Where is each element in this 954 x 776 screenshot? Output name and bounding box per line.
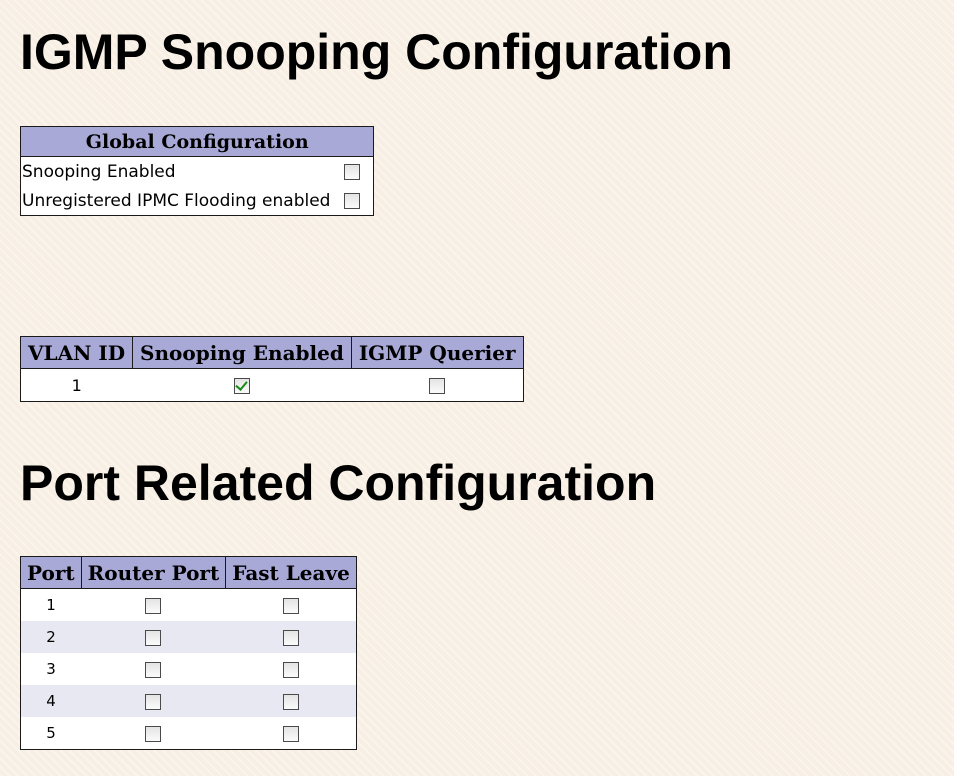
port-number: 3 (46, 660, 56, 678)
port-number: 1 (46, 596, 56, 614)
router-port-header: Router Port (80, 556, 227, 589)
fast-leave-checkbox[interactable] (282, 693, 299, 710)
vlan-id-cell: 1 (71, 375, 82, 395)
ipmc-flooding-checkbox[interactable] (344, 192, 361, 209)
global-row-snooping: Snooping Enabled (21, 157, 374, 187)
port-number: 5 (46, 724, 56, 742)
ipmc-flooding-label: Unregistered IPMC Flooding enabled (22, 190, 331, 211)
vlan-querier-checkbox[interactable] (428, 378, 445, 394)
port-number: 4 (20, 685, 82, 717)
router-port-checkbox[interactable] (145, 629, 162, 646)
page-title: IGMP Snooping Configuration (20, 24, 733, 80)
fast-leave-checkbox[interactable] (282, 597, 299, 614)
vlan-snooping-checkbox[interactable] (233, 378, 250, 394)
fast-leave-header: Fast Leave (225, 556, 357, 589)
fast-leave-checkbox[interactable] (282, 725, 299, 742)
vlan-table: VLAN ID Snooping Enabled IGMP Querier 1 (19, 336, 524, 402)
table-row: 2 (20, 621, 357, 653)
global-row-ipmc: Unregistered IPMC Flooding enabled (21, 186, 374, 216)
router-port-checkbox[interactable] (145, 597, 162, 614)
fast-leave-checkbox[interactable] (282, 629, 299, 646)
table-row: 1 (21, 589, 357, 622)
port-header: Port (20, 556, 82, 589)
table-row: 3 (21, 653, 357, 685)
router-port-checkbox[interactable] (145, 693, 162, 710)
port-table: Port Router Port Fast Leave 1 2 3 4 5 (20, 556, 357, 750)
snooping-enabled-label: Snooping Enabled (22, 161, 176, 182)
table-row: 1 (21, 369, 524, 402)
vlan-snooping-header: Snooping Enabled (132, 336, 352, 369)
table-row: 5 (21, 717, 357, 750)
vlan-querier-header: IGMP Querier (350, 336, 524, 369)
port-number: 2 (20, 621, 82, 653)
router-port-checkbox[interactable] (145, 725, 162, 742)
router-port-checkbox[interactable] (145, 661, 162, 678)
global-config-table: Global Configuration Snooping Enabled Un… (20, 126, 375, 216)
vlan-id-header: VLAN ID (19, 336, 134, 369)
global-config-header: Global Configuration (20, 126, 374, 157)
fast-leave-checkbox[interactable] (282, 661, 299, 678)
snooping-enabled-checkbox[interactable] (344, 163, 361, 180)
port-section-title: Port Related Configuration (20, 455, 657, 511)
table-row: 4 (20, 685, 357, 717)
